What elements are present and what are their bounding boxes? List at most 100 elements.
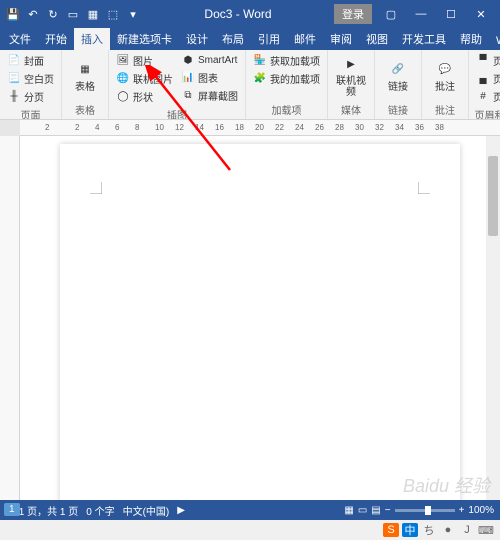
smartart-button[interactable]: ⬢SmartArt [178,52,241,68]
pictures-button[interactable]: 🖼图片 [113,52,176,69]
undo-icon[interactable]: ↶ [24,5,42,23]
screenshot-button[interactable]: ⧉屏幕截图 [178,87,241,104]
status-bar: 第 1 页，共 1 页 0 个字 中文(中国) ▶ ▦ ▭ ▤ − + 100% [0,500,500,520]
status-language[interactable]: 中文(中国) [123,503,170,518]
zoom-out-icon[interactable]: − [385,505,391,516]
minimize-icon[interactable]: — [406,0,436,28]
table-icon: ▦ [75,60,95,80]
ribbon-options-icon[interactable]: ▢ [376,0,406,28]
title-bar: 💾 ↶ ↻ ▭ ▦ ⬚ ▾ Doc3 - Word 登录 ▢ — ☐ ✕ [0,0,500,28]
page-break-button[interactable]: ╫分页 [4,88,57,105]
group-media: ▶联机视频 媒体 [328,50,375,119]
group-hf-label: 页眉和页脚 [473,105,500,120]
margin-corner-tr [418,182,430,194]
zoom-slider[interactable] [395,509,455,512]
online-video-button[interactable]: ▶联机视频 [332,52,370,100]
maximize-icon[interactable]: ☐ [436,0,466,28]
table-button[interactable]: ▦表格 [66,52,104,100]
tab-review[interactable]: 审阅 [323,28,359,50]
view-read-icon[interactable]: ▭ [358,505,367,516]
store-icon: 🏪 [253,54,267,68]
taskbar: S 中 ち ● J ⌨ [0,520,500,540]
tab-wps[interactable]: WPS PDF [489,32,500,50]
zoom-in-icon[interactable]: + [459,505,465,516]
window-controls: ▢ — ☐ ✕ [376,0,496,28]
group-tables-label: 表格 [66,100,104,117]
get-addins-button[interactable]: 🏪获取加载项 [250,52,323,69]
chart-button[interactable]: 📊图表 [178,69,241,86]
comment-icon: 💬 [435,60,455,80]
page-break-icon: ╫ [7,90,21,104]
group-pages: 📄封面 📃空白页 ╫分页 页面 [0,50,62,119]
ribbon: 📄封面 📃空白页 ╫分页 页面 ▦表格 表格 🖼图片 🌐联机图片 ◯形状 ⬢Sm… [0,50,500,120]
qat-icon-6[interactable]: ⬚ [104,5,122,23]
footer-icon: ▄ [476,72,490,86]
status-words[interactable]: 0 个字 [86,503,114,518]
comment-button[interactable]: 💬批注 [426,52,464,100]
view-print-icon[interactable]: ▦ [344,505,353,516]
zoom-level[interactable]: 100% [468,505,494,516]
tab-mailings[interactable]: 邮件 [287,28,323,50]
group-addins-label: 加载项 [250,100,323,117]
margin-corner-tl [90,182,102,194]
ime-icon-2[interactable]: 中 [402,523,418,537]
close-icon[interactable]: ✕ [466,0,496,28]
group-addins: 🏪获取加载项 🧩我的加载项 加载项 [246,50,328,119]
group-links-label: 链接 [379,100,417,117]
tab-devtools[interactable]: 开发工具 [395,28,453,50]
ime-icon-1[interactable]: S [383,523,399,537]
ime-icon-3[interactable]: ち [421,523,437,537]
tab-design[interactable]: 设计 [179,28,215,50]
horizontal-ruler[interactable]: 2 2 4 6 8 10 12 14 16 18 20 22 24 26 28 … [20,120,500,136]
link-button[interactable]: 🔗链接 [379,52,417,100]
document-title: Doc3 - Word [142,7,334,21]
qat-dropdown-icon[interactable]: ▾ [124,5,142,23]
tab-layout[interactable]: 布局 [215,28,251,50]
quick-access-toolbar: 💾 ↶ ↻ ▭ ▦ ⬚ ▾ [4,5,142,23]
header-button[interactable]: ▀页眉 [473,52,500,69]
view-web-icon[interactable]: ▤ [371,505,380,516]
my-addins-button[interactable]: 🧩我的加载项 [250,70,323,87]
tab-view[interactable]: 视图 [359,28,395,50]
tab-new[interactable]: 新建选项卡 [110,28,179,50]
group-illustrations: 🖼图片 🌐联机图片 ◯形状 ⬢SmartArt 📊图表 ⧉屏幕截图 插图 [109,50,246,119]
tab-insert[interactable]: 插入 [74,28,110,50]
scroll-thumb[interactable] [488,156,498,236]
ime-icon-5[interactable]: J [459,523,475,537]
cover-page-icon: 📄 [7,54,21,68]
shapes-icon: ◯ [116,90,130,104]
redo-icon[interactable]: ↻ [44,5,62,23]
group-media-label: 媒体 [332,100,370,117]
tab-file[interactable]: 文件 [2,28,38,50]
cover-page-button[interactable]: 📄封面 [4,52,57,69]
group-comments: 💬批注 批注 [422,50,469,119]
footer-button[interactable]: ▄页脚 [473,70,500,87]
tab-home[interactable]: 开始 [38,28,74,50]
status-macro-icon[interactable]: ▶ [177,505,185,516]
page-number-button[interactable]: #页码 [473,88,500,105]
screenshot-icon: ⧉ [181,89,195,103]
vertical-ruler[interactable] [0,136,20,500]
tab-references[interactable]: 引用 [251,28,287,50]
blank-page-button[interactable]: 📃空白页 [4,70,57,87]
online-pictures-button[interactable]: 🌐联机图片 [113,70,176,87]
online-pictures-icon: 🌐 [116,72,130,86]
smartart-icon: ⬢ [181,53,195,67]
video-icon: ▶ [341,54,361,74]
qat-icon-4[interactable]: ▭ [64,5,82,23]
save-icon[interactable]: 💾 [4,5,22,23]
shapes-button[interactable]: ◯形状 [113,88,176,105]
ime-icon-4[interactable]: ● [440,523,456,537]
ime-icon-6[interactable]: ⌨ [478,523,494,537]
group-illustrations-label: 插图 [113,105,241,120]
vertical-scrollbar[interactable] [486,136,500,500]
blank-page-icon: 📃 [7,72,21,86]
chart-icon: 📊 [181,71,195,85]
login-button[interactable]: 登录 [334,4,372,24]
tab-help[interactable]: 帮助 [453,28,489,50]
ribbon-tabs: 文件 开始 插入 新建选项卡 设计 布局 引用 邮件 审阅 视图 开发工具 帮助… [0,28,500,50]
pictures-icon: 🖼 [116,54,130,68]
document-area[interactable] [20,136,500,500]
page[interactable] [60,144,460,500]
qat-icon-5[interactable]: ▦ [84,5,102,23]
